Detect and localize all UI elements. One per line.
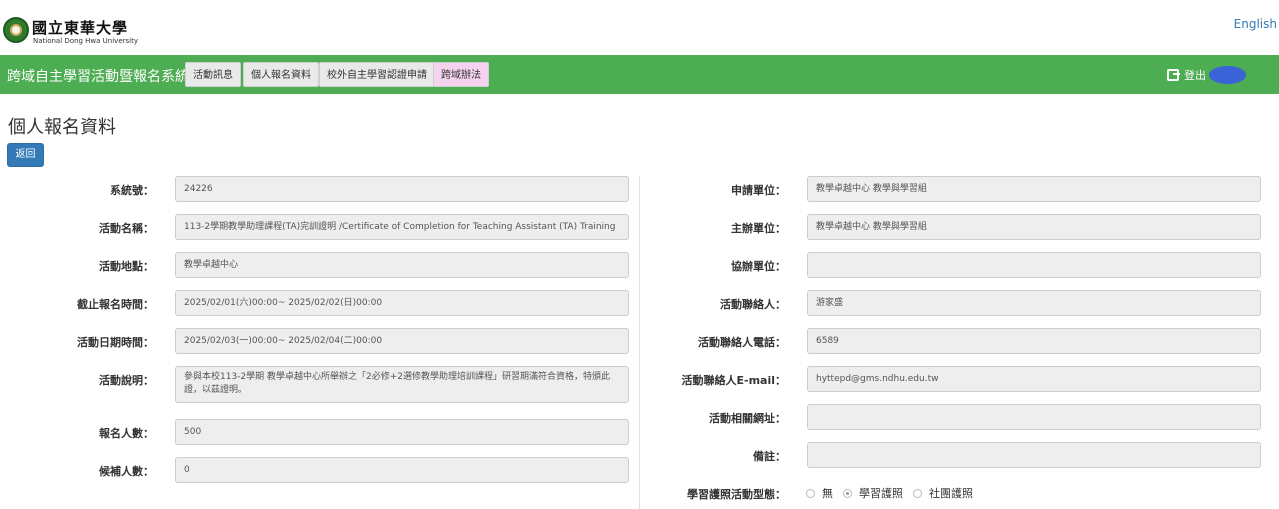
field-label-activity-url: 活動相關網址： (709, 412, 786, 425)
field-label-registrant-count: 報名人數： (99, 427, 154, 440)
field-label-registration-deadline: 截止報名時間： (77, 298, 154, 311)
field-description[interactable]: 參與本校113-2學期 教學卓越中心所舉辦之「2必修+2選修教學助理培訓課程」研… (175, 366, 629, 403)
field-applying-unit[interactable]: 教學卓越中心 教學與學習組 (807, 176, 1261, 202)
radio-club-passport[interactable] (913, 488, 922, 498)
university-name-cn[interactable]: 國立東華大學 (32, 17, 128, 38)
field-label-contact-phone: 活動聯絡人電話： (698, 336, 786, 349)
university-logo-icon[interactable] (3, 17, 29, 43)
radio-learning-passport[interactable] (843, 488, 852, 498)
back-button[interactable]: 返回 (7, 143, 44, 167)
logout-button[interactable]: 登出 (1167, 67, 1206, 83)
field-activity-url[interactable] (807, 404, 1261, 430)
system-title[interactable]: 跨域自主學習活動暨報名系統 (7, 66, 189, 86)
logout-icon (1167, 69, 1180, 81)
radio-label-club-passport: 社團護照 (929, 487, 973, 500)
tab-cross-domain-rules[interactable]: 跨域辦法 (433, 62, 489, 87)
main-navbar: 跨域自主學習活動暨報名系統 活動訊息 個人報名資料 校外自主學習認證申請 跨域辦… (0, 55, 1279, 94)
field-registration-deadline[interactable]: 2025/02/01(六)00:00~ 2025/02/02(日)00:00 (175, 290, 629, 316)
english-link[interactable]: English (1234, 17, 1277, 31)
field-contact-email[interactable]: hyttepd@gms.ndhu.edu.tw (807, 366, 1261, 392)
tab-personal-registration[interactable]: 個人報名資料 (243, 62, 319, 87)
radio-label-learning-passport: 學習護照 (859, 487, 903, 500)
field-remarks[interactable] (807, 442, 1261, 468)
field-label-system-no: 系統號： (110, 184, 154, 197)
top-brand-bar: 國立東華大學 National Dong Hwa University Engl… (0, 0, 1279, 55)
field-label-contact-email: 活動聯絡人E-mail： (681, 374, 786, 387)
logout-label: 登出 (1184, 69, 1206, 82)
user-name-redacted (1209, 66, 1246, 84)
field-label-activity-datetime: 活動日期時間： (77, 336, 154, 349)
field-activity-name[interactable]: 113-2學期教學助理課程(TA)完訓證明 /Certificate of Co… (175, 214, 629, 240)
field-label-contact-person: 活動聯絡人： (720, 298, 786, 311)
page-title: 個人報名資料 (8, 117, 116, 138)
field-label-applying-unit: 申請單位： (731, 184, 786, 197)
field-waitlist-count[interactable]: 0 (175, 457, 629, 483)
field-label-waitlist-count: 候補人數： (99, 465, 154, 478)
passport-type-radio-group: 無 學習護照 社團護照 (806, 485, 983, 501)
field-label-passport-type: 學習護照活動型態： (687, 488, 786, 501)
radio-label-none: 無 (822, 487, 833, 500)
university-name-en: National Dong Hwa University (33, 37, 138, 45)
column-divider (639, 176, 640, 509)
field-system-no[interactable]: 24226 (175, 176, 629, 202)
field-organizer[interactable]: 教學卓越中心 教學與學習組 (807, 214, 1261, 240)
field-contact-person[interactable]: 游家盛 (807, 290, 1261, 316)
field-registrant-count[interactable]: 500 (175, 419, 629, 445)
tab-external-learning-application[interactable]: 校外自主學習認證申請 (319, 62, 435, 87)
field-label-co-organizer: 協辦單位： (731, 260, 786, 273)
field-label-activity-name: 活動名稱： (99, 222, 154, 235)
field-label-remarks: 備註： (753, 450, 786, 463)
field-contact-phone[interactable]: 6589 (807, 328, 1261, 354)
field-activity-datetime[interactable]: 2025/02/03(一)00:00~ 2025/02/04(二)00:00 (175, 328, 629, 354)
field-location[interactable]: 教學卓越中心 (175, 252, 629, 278)
field-label-description: 活動說明： (99, 374, 154, 387)
field-label-location: 活動地點： (99, 260, 154, 273)
radio-none[interactable] (806, 488, 815, 498)
field-label-organizer: 主辦單位： (731, 222, 786, 235)
field-co-organizer[interactable] (807, 252, 1261, 278)
tab-activity-news[interactable]: 活動訊息 (185, 62, 241, 87)
